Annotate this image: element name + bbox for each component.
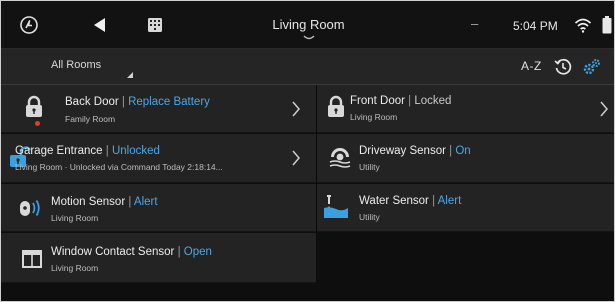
dash-separator: – bbox=[471, 16, 479, 31]
water-sensor-icon bbox=[321, 192, 351, 222]
column-divider bbox=[316, 85, 317, 283]
chevron-right-icon[interactable] bbox=[599, 101, 609, 117]
device-title: Water Sensor | Alert bbox=[359, 195, 461, 207]
device-name: Front Door bbox=[350, 95, 405, 107]
chevron-right-icon[interactable] bbox=[291, 101, 301, 117]
device-title: Window Contact Sensor | Open bbox=[51, 246, 212, 258]
device-title: Motion Sensor | Alert bbox=[51, 196, 158, 208]
device-room: Living Room bbox=[51, 213, 99, 223]
settings-gear-icon[interactable] bbox=[581, 56, 603, 78]
lock-icon bbox=[321, 92, 351, 122]
room-filter-dropdown[interactable]: All Rooms bbox=[51, 59, 101, 71]
title-separator: | bbox=[428, 195, 438, 207]
filter-bar: All Rooms A-Z bbox=[1, 49, 614, 85]
device-status: Unlocked bbox=[111, 145, 160, 157]
title-separator: | bbox=[404, 95, 415, 107]
device-tile-driveway-sensor[interactable]: Driveway Sensor | On Utility bbox=[317, 134, 614, 183]
device-status: Alert bbox=[437, 195, 462, 207]
room-chevron-icon[interactable] bbox=[303, 34, 315, 42]
sort-az-button[interactable]: A-Z bbox=[521, 59, 542, 73]
device-name: Window Contact Sensor bbox=[51, 246, 175, 258]
wifi-icon bbox=[573, 13, 593, 37]
device-room: Living Room bbox=[51, 263, 99, 273]
device-tile-garage-entrance[interactable]: Garage Entrance | Unlocked Living Room ·… bbox=[1, 134, 316, 183]
device-room: Utility bbox=[359, 162, 380, 172]
title-separator: | bbox=[125, 196, 134, 208]
device-tile-window-contact-sensor[interactable]: Window Contact Sensor | Open Living Room bbox=[1, 233, 316, 283]
device-room: Family Room bbox=[65, 114, 116, 124]
title-separator: | bbox=[445, 145, 456, 157]
device-tile-motion-sensor[interactable]: Motion Sensor | Alert Living Room bbox=[1, 184, 316, 232]
device-title: Garage Entrance | Unlocked bbox=[15, 145, 160, 157]
history-icon[interactable] bbox=[552, 56, 574, 78]
device-room: Living Room bbox=[350, 112, 398, 122]
device-name: Water Sensor bbox=[359, 195, 429, 207]
device-status: Open bbox=[183, 246, 212, 258]
app-window: Living Room – 5:04 PM All Rooms A-Z Back… bbox=[0, 0, 615, 302]
device-name: Garage Entrance bbox=[15, 145, 103, 157]
title-separator: | bbox=[102, 145, 112, 157]
battery-icon bbox=[601, 13, 613, 37]
device-status: Locked bbox=[414, 95, 452, 107]
device-name: Back Door bbox=[65, 96, 119, 108]
device-status: Alert bbox=[133, 196, 158, 208]
device-tile-back-door[interactable]: Back Door | Replace Battery Family Room bbox=[1, 85, 316, 133]
device-name: Motion Sensor bbox=[51, 196, 126, 208]
device-title: Driveway Sensor | On bbox=[359, 145, 471, 157]
lock-icon bbox=[19, 92, 49, 122]
driveway-sensor-icon bbox=[325, 143, 355, 173]
window-contact-icon bbox=[17, 244, 47, 274]
device-status: On bbox=[455, 145, 471, 157]
device-tile-front-door[interactable]: Front Door | Locked Living Room bbox=[317, 85, 614, 133]
title-separator: | bbox=[174, 246, 184, 258]
dropdown-caret-icon[interactable] bbox=[127, 72, 133, 78]
motion-sensor-icon bbox=[15, 193, 45, 223]
device-room: Utility bbox=[359, 212, 380, 222]
device-room: Living Room · Unlocked via Command Today… bbox=[15, 162, 223, 172]
top-bar: Living Room – 5:04 PM bbox=[1, 1, 614, 49]
device-title: Front Door | Locked bbox=[350, 95, 451, 107]
device-tile-water-sensor[interactable]: Water Sensor | Alert Utility bbox=[317, 184, 614, 232]
clock: 5:04 PM bbox=[513, 19, 558, 33]
device-name: Driveway Sensor bbox=[359, 145, 446, 157]
device-title: Back Door | Replace Battery bbox=[65, 96, 210, 108]
device-status: Replace Battery bbox=[128, 96, 210, 108]
title-separator: | bbox=[118, 96, 129, 108]
chevron-right-icon[interactable] bbox=[291, 150, 301, 166]
low-battery-indicator bbox=[35, 121, 40, 126]
